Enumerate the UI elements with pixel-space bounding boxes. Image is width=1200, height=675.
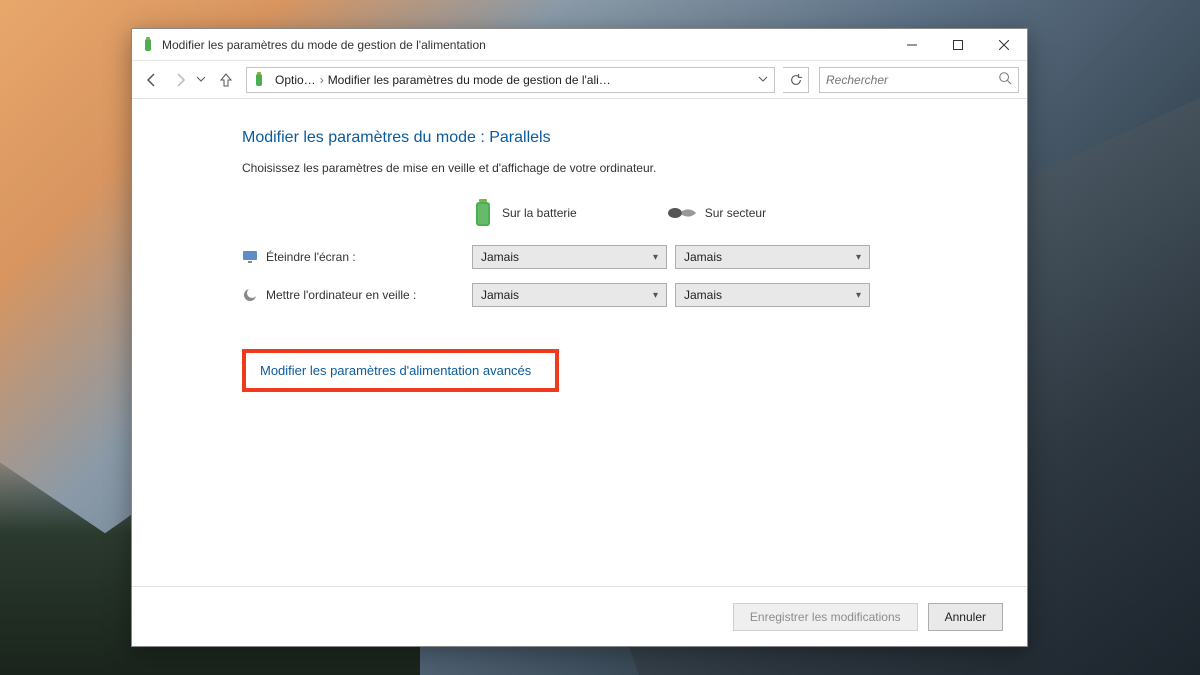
setting-row-sleep: Mettre l'ordinateur en veille : Jamais ▾… [242,283,1027,307]
setting-sleep-label: Mettre l'ordinateur en veille : [242,287,472,303]
display-battery-select[interactable]: Jamais ▾ [472,245,667,269]
navbar: Optio… › Modifier les paramètres du mode… [132,61,1027,99]
battery-icon [472,199,494,227]
cancel-button[interactable]: Annuler [928,603,1003,631]
chevron-down-icon: ▾ [856,290,861,301]
highlight-box: Modifier les paramètres d'alimentation a… [242,349,559,392]
search-input[interactable] [826,73,998,87]
column-headers: Sur la batterie Sur secteur [472,199,1027,227]
moon-icon [242,287,258,303]
addressbar[interactable]: Optio… › Modifier les paramètres du mode… [246,67,775,93]
breadcrumb-seg-1[interactable]: Optio… [271,73,320,87]
page-heading: Modifier les paramètres du mode : Parall… [242,129,1027,147]
search-icon [998,71,1012,88]
forward-button[interactable] [168,68,192,92]
address-dropdown[interactable] [754,73,772,87]
up-button[interactable] [214,68,238,92]
power-options-icon [140,37,156,53]
sleep-battery-select[interactable]: Jamais ▾ [472,283,667,307]
power-options-icon [251,72,267,88]
breadcrumb-seg-2[interactable]: Modifier les paramètres du mode de gesti… [324,73,754,87]
monitor-icon [242,249,258,265]
history-dropdown[interactable] [196,73,210,87]
window-title: Modifier les paramètres du mode de gesti… [162,38,889,52]
titlebar: Modifier les paramètres du mode de gesti… [132,29,1027,61]
column-plugged: Sur secteur [667,199,766,227]
footer: Enregistrer les modifications Annuler [132,586,1027,646]
chevron-down-icon: ▾ [653,252,658,263]
control-panel-window: Modifier les paramètres du mode de gesti… [131,28,1028,647]
advanced-power-settings-link[interactable]: Modifier les paramètres d'alimentation a… [260,363,531,378]
save-button[interactable]: Enregistrer les modifications [733,603,918,631]
setting-display-label: Éteindre l'écran : [242,249,472,265]
column-battery: Sur la batterie [472,199,577,227]
display-plugged-select[interactable]: Jamais ▾ [675,245,870,269]
close-button[interactable] [981,30,1027,60]
sleep-plugged-select[interactable]: Jamais ▾ [675,283,870,307]
column-plugged-label: Sur secteur [705,206,766,220]
window-controls [889,30,1027,60]
chevron-down-icon: ▾ [653,290,658,301]
plug-icon [667,205,697,221]
content-area: Modifier les paramètres du mode : Parall… [132,99,1027,586]
minimize-button[interactable] [889,30,935,60]
back-button[interactable] [140,68,164,92]
searchbox[interactable] [819,67,1019,93]
page-description: Choisissez les paramètres de mise en vei… [242,161,1027,175]
chevron-down-icon: ▾ [856,252,861,263]
refresh-button[interactable] [783,67,809,93]
setting-row-display: Éteindre l'écran : Jamais ▾ Jamais ▾ [242,245,1027,269]
maximize-button[interactable] [935,30,981,60]
column-battery-label: Sur la batterie [502,206,577,220]
